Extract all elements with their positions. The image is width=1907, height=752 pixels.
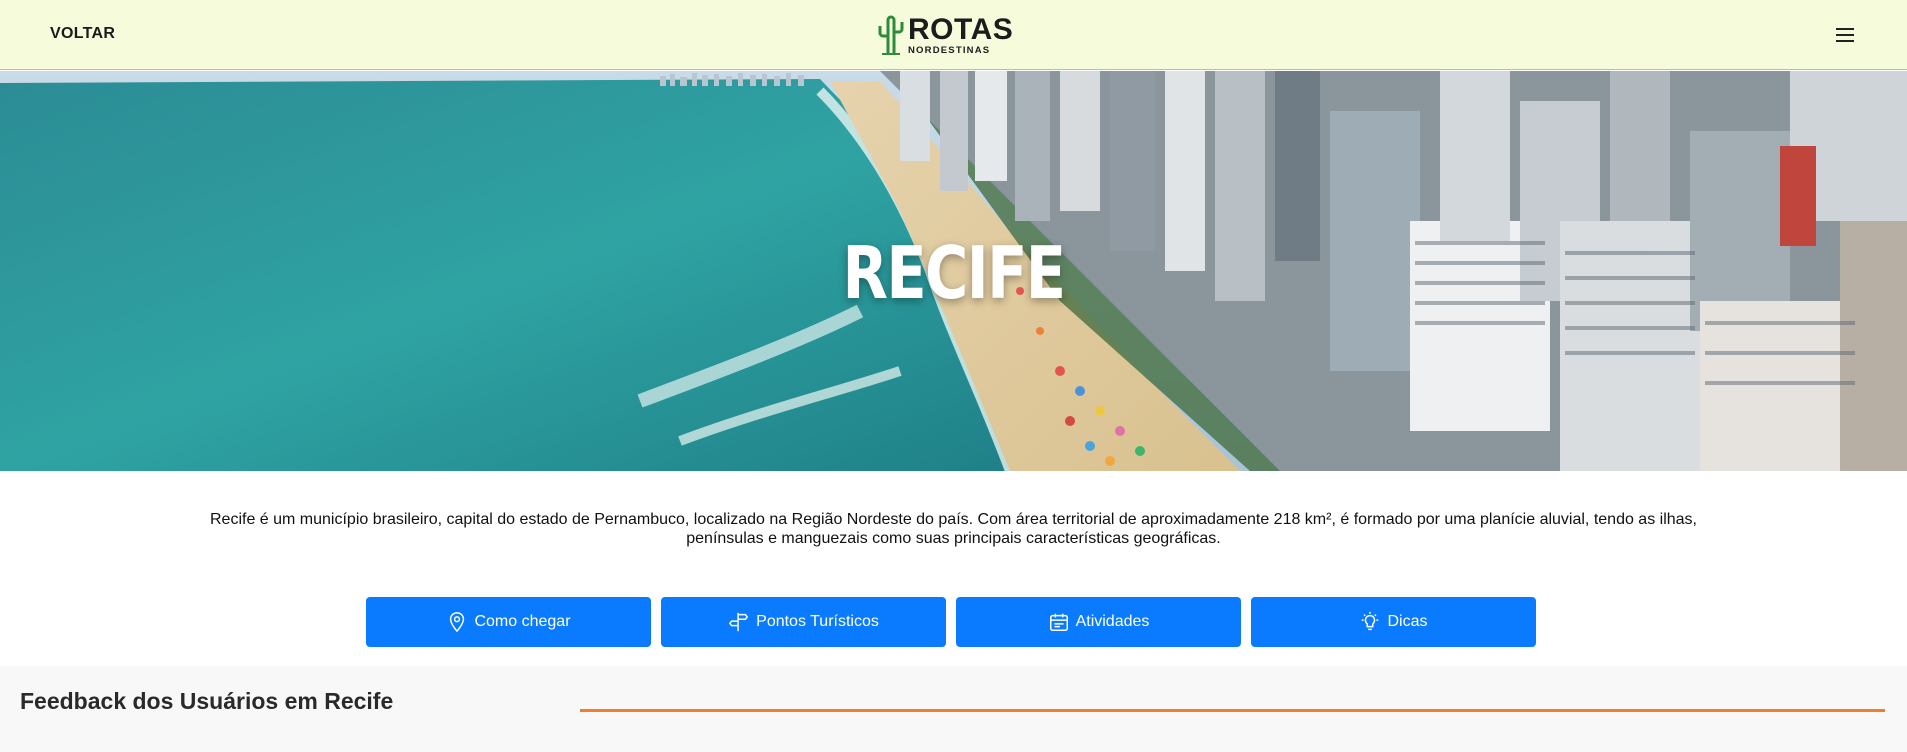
site-logo[interactable]: ROTAS NORDESTINAS [878, 13, 1013, 57]
cactus-icon [878, 15, 904, 55]
hero-banner: RECIFE [0, 71, 1907, 471]
feedback-section: Feedback dos Usuários em Recife [0, 666, 1907, 752]
tips-button[interactable]: Dicas [1251, 597, 1536, 647]
city-title: RECIFE [842, 231, 1067, 315]
lightbulb-icon [1362, 611, 1379, 631]
back-link[interactable]: VOLTAR [50, 25, 115, 43]
city-description: Recife é um município brasileiro, capita… [209, 511, 1697, 547]
feedback-heading: Feedback dos Usuários em Recife [20, 688, 394, 714]
action-label: Atividades [1075, 613, 1150, 630]
action-buttons: Como chegar Pontos Turísticos Atividades… [366, 597, 1536, 647]
map-pin-icon [450, 612, 465, 633]
tourist-spots-button[interactable]: Pontos Turísticos [661, 597, 946, 647]
action-label: Pontos Turísticos [756, 613, 879, 630]
calendar-icon [1049, 613, 1068, 631]
hamburger-menu-icon[interactable] [1832, 22, 1858, 48]
top-navbar: VOLTAR ROTAS NORDESTINAS [0, 0, 1907, 70]
how-to-get-there-button[interactable]: Como chegar [366, 597, 651, 647]
action-label: Dicas [1387, 613, 1428, 630]
signpost-icon [729, 612, 749, 632]
action-label: Como chegar [474, 613, 571, 630]
logo-title: ROTAS [908, 12, 1014, 46]
activities-button[interactable]: Atividades [956, 597, 1241, 647]
logo-subtitle: NORDESTINAS [908, 44, 991, 56]
section-divider [580, 709, 1885, 712]
